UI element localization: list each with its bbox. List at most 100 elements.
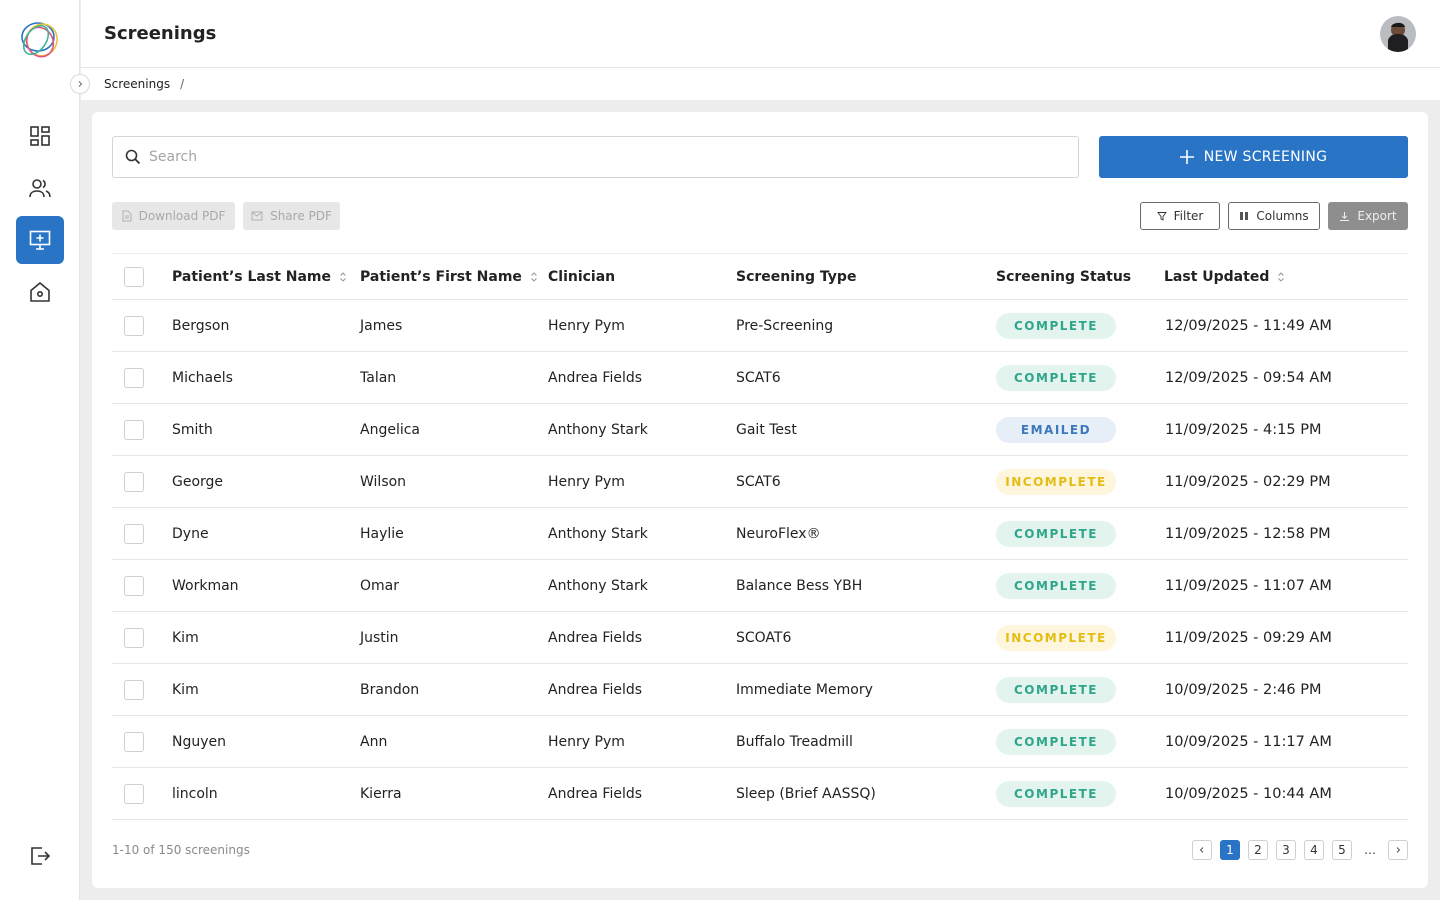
page-title: Screenings [104,23,217,44]
status-cell: COMPLETE [996,300,1116,351]
last-updated-cell: 11/09/2025 - 4:15 PM [1165,421,1322,438]
table-row[interactable]: Kim Brandon Andrea Fields Immediate Memory C… [112,664,1408,716]
row-checkbox[interactable] [124,419,144,440]
download-icon [1340,211,1350,221]
row-checkbox[interactable] [124,679,144,700]
columns-icon [1240,212,1249,220]
breadcrumb-separator: / [180,77,185,91]
app-logo[interactable] [18,18,62,60]
col-header-first-name[interactable]: Patient’s First Name [360,254,538,299]
columns-label: Columns [1256,209,1309,223]
download-pdf-button[interactable]: Download PDF [112,202,235,230]
file-icon [122,210,132,222]
col-header-last-updated[interactable]: Last Updated [1164,254,1285,299]
row-checkbox[interactable] [124,523,144,544]
screening-type-cell: SCAT6 [736,473,781,490]
row-checkbox[interactable] [124,367,144,388]
nav-screenings[interactable] [16,216,64,264]
screening-type-cell: NeuroFlex® [736,525,821,542]
nav-dashboard[interactable] [16,112,64,160]
col-header-screening-type[interactable]: Screening Type [736,254,856,299]
export-label: Export [1357,209,1397,223]
status-badge: COMPLETE [996,572,1116,599]
col-header-screening-status[interactable]: Screening Status [996,254,1131,299]
last-updated-cell: 11/09/2025 - 11:07 AM [1165,577,1332,594]
next-page-button[interactable] [1388,840,1408,860]
chevron-right-icon [78,81,83,87]
search-icon [125,149,141,165]
col-header-clinician[interactable]: Clinician [548,254,615,299]
users-icon [29,179,51,198]
status-cell: INCOMPLETE [996,456,1116,507]
screenings-table: Patient’s Last Name Patient’s First Name… [112,253,1408,820]
table-row[interactable]: lincoln Kierra Andrea Fields Sleep (Brief A… [112,768,1408,820]
page-4-button[interactable]: 4 [1304,840,1324,860]
share-pdf-button[interactable]: Share PDF [243,202,340,230]
breadcrumb-item-screenings[interactable]: Screenings [104,77,170,91]
clinician-cell: Andrea Fields [548,785,643,802]
table-row[interactable]: Kim Justin Andrea Fields SCOAT6 INCOMPLETE 11… [112,612,1408,664]
row-select-cell [124,612,144,663]
page-3-button[interactable]: 3 [1276,840,1296,860]
status-badge: COMPLETE [996,364,1116,391]
sort-icon[interactable] [1277,271,1285,283]
table-row[interactable]: Dyne Haylie Anthony Stark NeuroFlex® COMPLET… [112,508,1408,560]
columns-button[interactable]: Columns [1228,202,1320,230]
nav-users[interactable] [16,164,64,212]
clinician-cell: Henry Pym [548,473,625,490]
home-icon [30,282,50,302]
status-cell: COMPLETE [996,508,1116,559]
clinician-cell: Henry Pym [548,733,625,750]
nav-logout[interactable] [16,832,64,880]
last-name-cell: Dyne [172,525,209,542]
prev-page-button[interactable] [1192,840,1212,860]
last-updated-cell: 11/09/2025 - 02:29 PM [1165,473,1331,490]
select-all-checkbox[interactable] [124,266,144,287]
status-badge: COMPLETE [996,520,1116,547]
page-5-button[interactable]: 5 [1332,840,1352,860]
plus-icon [1179,150,1194,164]
screening-type-cell: Immediate Memory [736,681,873,698]
user-avatar[interactable] [1380,16,1416,52]
clinician-cell: Andrea Fields [548,369,643,386]
row-checkbox[interactable] [124,627,144,648]
sort-icon[interactable] [339,271,347,283]
new-screening-button[interactable]: NEW SCREENING [1099,136,1408,178]
dashboard-icon [30,126,50,146]
export-button[interactable]: Export [1328,202,1408,230]
last-updated-cell: 10/09/2025 - 11:17 AM [1165,733,1332,750]
search-box[interactable] [112,136,1079,178]
nav-home[interactable] [16,268,64,316]
col-header-last-name[interactable]: Patient’s Last Name [172,254,347,299]
breadcrumb-bar: Screenings / [81,68,1440,100]
first-name-cell: Brandon [360,681,420,698]
sort-icon[interactable] [530,271,538,283]
status-cell: EMAILED [996,404,1116,455]
row-checkbox[interactable] [124,575,144,596]
page-2-button[interactable]: 2 [1248,840,1268,860]
table-row[interactable]: George Wilson Henry Pym SCAT6 INCOMPLETE 11/0… [112,456,1408,508]
table-row[interactable]: Nguyen Ann Henry Pym Buffalo Treadmill COMPL… [112,716,1408,768]
row-checkbox[interactable] [124,471,144,492]
first-name-cell: Kierra [360,785,402,802]
last-updated-cell: 10/09/2025 - 2:46 PM [1165,681,1322,698]
screening-type-cell: SCOAT6 [736,629,792,646]
table-row[interactable]: Workman Omar Anthony Stark Balance Bess YBH… [112,560,1408,612]
clinician-cell: Andrea Fields [548,681,643,698]
row-checkbox[interactable] [124,315,144,336]
first-name-cell: Talan [360,369,397,386]
row-checkbox[interactable] [124,731,144,752]
chevron-left-icon [1199,847,1204,853]
table-row[interactable]: Smith Angelica Anthony Stark Gait Test EMAIL… [112,404,1408,456]
row-checkbox[interactable] [124,783,144,804]
last-name-cell: Kim [172,629,199,646]
table-row[interactable]: Bergson James Henry Pym Pre-Screening COMPLE… [112,300,1408,352]
status-cell: INCOMPLETE [996,612,1116,663]
filter-button[interactable]: Filter [1140,202,1220,230]
sidebar-toggle-button[interactable] [70,74,90,94]
page-1-button[interactable]: 1 [1220,840,1240,860]
screenings-card: NEW SCREENING Download PDF Share PDF Fil… [92,112,1428,888]
search-input[interactable] [149,149,1049,165]
status-badge: EMAILED [996,416,1116,443]
table-row[interactable]: Michaels Talan Andrea Fields SCAT6 COMPLETE 1… [112,352,1408,404]
